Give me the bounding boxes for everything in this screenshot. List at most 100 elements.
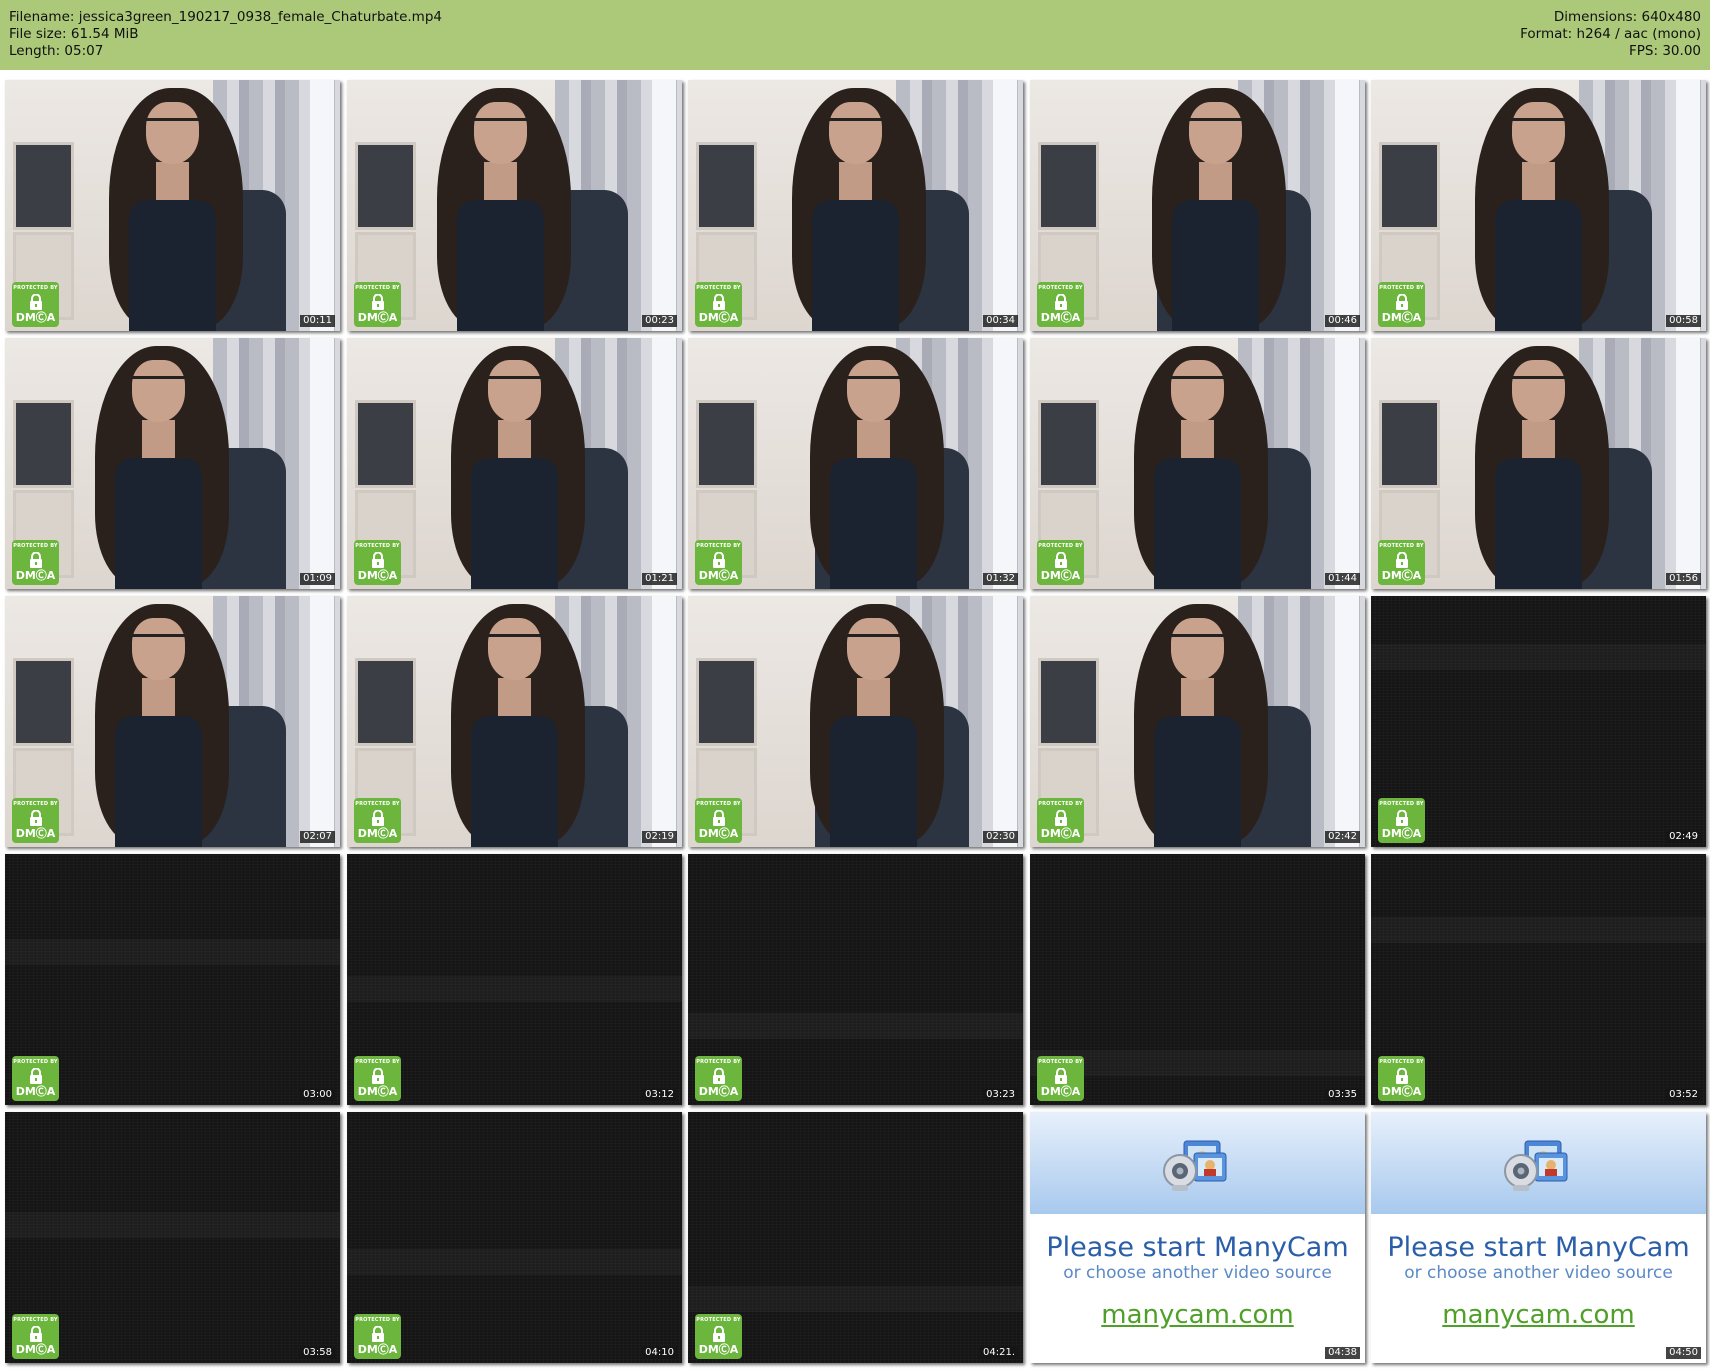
thumbnail-frame: PROTECTED BY DMⒸA 00:11 [5, 80, 340, 331]
timestamp-label: 03:58 [300, 1347, 335, 1359]
timestamp-label: 03:00 [300, 1089, 335, 1101]
thumbnail-frame: PROTECTED BY DMⒸA 02:19 [347, 596, 682, 847]
dmca-protected-label: PROTECTED BY [355, 1317, 400, 1323]
dmca-protected-label: PROTECTED BY [1379, 285, 1424, 291]
dmca-badge: PROTECTED BY DMⒸA [695, 1314, 742, 1359]
file-info: Filename: jessica3green_190217_0938_fema… [9, 9, 442, 60]
manycam-submessage: or choose another video source [1404, 1263, 1673, 1283]
lock-icon [713, 810, 725, 826]
manycam-message: Please start ManyCam [1387, 1232, 1690, 1263]
timestamp-label: 02:07 [300, 831, 335, 843]
dmca-protected-label: PROTECTED BY [355, 801, 400, 807]
dmca-protected-label: PROTECTED BY [13, 801, 58, 807]
dmca-badge: PROTECTED BY DMⒸA [1037, 282, 1084, 327]
timestamp-label: 01:56 [1666, 573, 1701, 585]
thumbnail-frame: PROTECTED BY DMⒸA 01:21 [347, 338, 682, 589]
dmca-protected-label: PROTECTED BY [13, 1317, 58, 1323]
dmca-badge: PROTECTED BY DMⒸA [1378, 282, 1425, 327]
dmca-brand: DMⒸA [15, 569, 56, 582]
dmca-protected-label: PROTECTED BY [696, 285, 741, 291]
thumbnail-frame: PROTECTED BY DMⒸA 02:07 [5, 596, 340, 847]
thumbnail-frame: Please start ManyCam or choose another vi… [1371, 1112, 1706, 1363]
thumbnail-frame: PROTECTED BY DMⒸA 03:23 [688, 854, 1023, 1105]
dmca-protected-label: PROTECTED BY [1379, 1059, 1424, 1065]
dmca-brand: DMⒸA [357, 1343, 398, 1356]
dmca-protected-label: PROTECTED BY [1379, 801, 1424, 807]
lock-icon [30, 1326, 42, 1342]
timestamp-label: 03:23 [983, 1089, 1018, 1101]
lock-icon [30, 552, 42, 568]
dmca-protected-label: PROTECTED BY [355, 285, 400, 291]
lock-icon [372, 1068, 384, 1084]
dmca-brand: DMⒸA [357, 1085, 398, 1098]
dmca-badge: PROTECTED BY DMⒸA [1378, 1056, 1425, 1101]
dmca-brand: DMⒸA [357, 827, 398, 840]
dmca-protected-label: PROTECTED BY [1038, 801, 1083, 807]
dmca-brand: DMⒸA [698, 569, 739, 582]
timestamp-label: 04:50 [1666, 1347, 1701, 1359]
dmca-brand: DMⒸA [698, 311, 739, 324]
dmca-brand: DMⒸA [357, 569, 398, 582]
dmca-protected-label: PROTECTED BY [696, 801, 741, 807]
dmca-brand: DMⒸA [15, 827, 56, 840]
dmca-brand: DMⒸA [1040, 311, 1081, 324]
dmca-protected-label: PROTECTED BY [696, 1059, 741, 1065]
lock-icon [1396, 294, 1408, 310]
dmca-protected-label: PROTECTED BY [696, 543, 741, 549]
lock-icon [713, 294, 725, 310]
thumbnail-frame: PROTECTED BY DMⒸA 01:56 [1371, 338, 1706, 589]
fps-text: FPS: 30.00 [1629, 43, 1701, 59]
timestamp-label: 00:34 [983, 315, 1018, 327]
webcam-icon [1163, 1140, 1227, 1191]
info-header: Filename: jessica3green_190217_0938_fema… [0, 0, 1710, 70]
timestamp-label: 01:09 [300, 573, 335, 585]
webcam-icon [1504, 1140, 1568, 1191]
lock-icon [1055, 294, 1067, 310]
dmca-brand: DMⒸA [698, 827, 739, 840]
thumbnail-frame: PROTECTED BY DMⒸA 03:58 [5, 1112, 340, 1363]
dmca-brand: DMⒸA [1381, 827, 1422, 840]
dmca-brand: DMⒸA [1040, 1085, 1081, 1098]
dmca-brand: DMⒸA [698, 1343, 739, 1356]
dmca-brand: DMⒸA [357, 311, 398, 324]
manycam-link[interactable]: manycam.com [1371, 1300, 1706, 1330]
dmca-brand: DMⒸA [15, 1343, 56, 1356]
timestamp-label: 03:12 [642, 1089, 677, 1101]
timestamp-label: 00:58 [1666, 315, 1701, 327]
dmca-badge: PROTECTED BY DMⒸA [354, 798, 401, 843]
manycam-link[interactable]: manycam.com [1030, 1300, 1365, 1330]
thumbnail-frame: PROTECTED BY DMⒸA 04:21. [688, 1112, 1023, 1363]
dmca-brand: DMⒸA [15, 311, 56, 324]
manycam-submessage: or choose another video source [1063, 1263, 1332, 1283]
dmca-protected-label: PROTECTED BY [1379, 543, 1424, 549]
dmca-brand: DMⒸA [698, 1085, 739, 1098]
dmca-brand: DMⒸA [1381, 311, 1422, 324]
thumbnail-frame: PROTECTED BY DMⒸA 03:00 [5, 854, 340, 1105]
lock-icon [372, 810, 384, 826]
dmca-badge: PROTECTED BY DMⒸA [12, 540, 59, 585]
thumbnail-frame: PROTECTED BY DMⒸA 00:58 [1371, 80, 1706, 331]
dmca-badge: PROTECTED BY DMⒸA [1378, 798, 1425, 843]
thumbnail-frame: PROTECTED BY DMⒸA 00:46 [1030, 80, 1365, 331]
format-text: Format: h264 / aac (mono) [1520, 26, 1701, 42]
thumbnail-frame: PROTECTED BY DMⒸA 04:10 [347, 1112, 682, 1363]
dmca-protected-label: PROTECTED BY [355, 543, 400, 549]
video-info: Dimensions: 640x480 Format: h264 / aac (… [1520, 9, 1701, 60]
thumbnail-frame: PROTECTED BY DMⒸA 02:30 [688, 596, 1023, 847]
dmca-protected-label: PROTECTED BY [1038, 285, 1083, 291]
timestamp-label: 01:32 [983, 573, 1018, 585]
dmca-protected-label: PROTECTED BY [13, 543, 58, 549]
lock-icon [713, 1326, 725, 1342]
dmca-badge: PROTECTED BY DMⒸA [695, 798, 742, 843]
dmca-badge: PROTECTED BY DMⒸA [354, 1056, 401, 1101]
lock-icon [1055, 1068, 1067, 1084]
thumbnail-frame: PROTECTED BY DMⒸA 03:35 [1030, 854, 1365, 1105]
lock-icon [30, 1068, 42, 1084]
thumbnail-frame: PROTECTED BY DMⒸA 00:34 [688, 80, 1023, 331]
timestamp-label: 00:46 [1325, 315, 1360, 327]
thumbnail-frame: PROTECTED BY DMⒸA 01:09 [5, 338, 340, 589]
thumbnail-frame: PROTECTED BY DMⒸA 00:23 [347, 80, 682, 331]
thumbnail-frame: PROTECTED BY DMⒸA 02:49 [1371, 596, 1706, 847]
dmca-badge: PROTECTED BY DMⒸA [1378, 540, 1425, 585]
lock-icon [30, 810, 42, 826]
